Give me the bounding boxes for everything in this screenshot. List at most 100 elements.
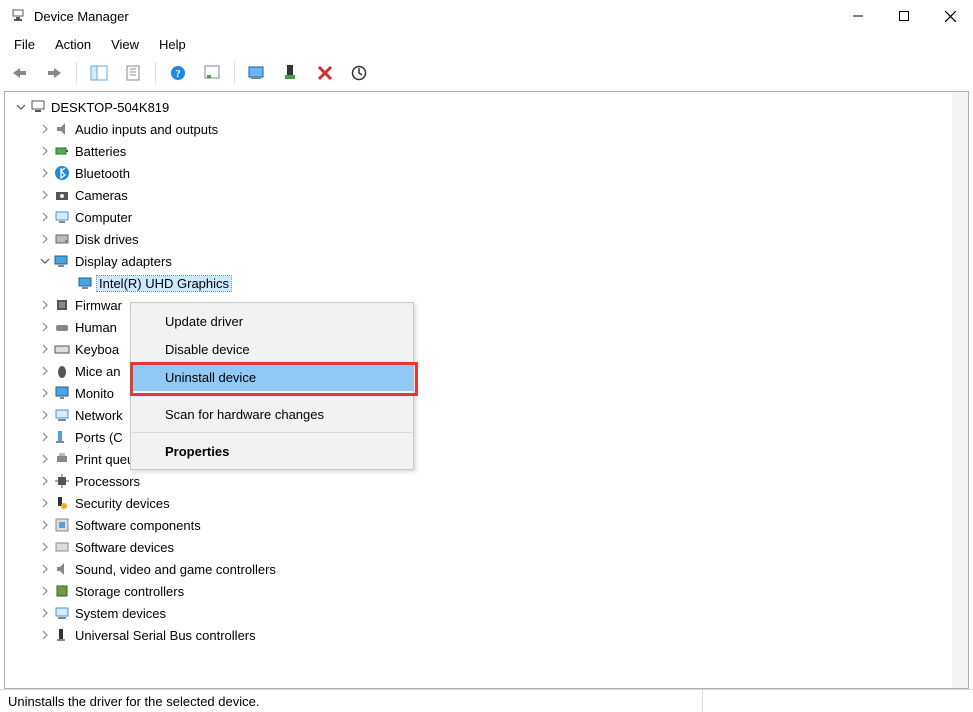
- camera-icon: [53, 186, 71, 204]
- menu-help[interactable]: Help: [149, 35, 196, 54]
- scan-hardware-button[interactable]: [343, 59, 375, 87]
- display-adapter-icon: [53, 252, 71, 270]
- audio-icon: [53, 120, 71, 138]
- menu-view[interactable]: View: [101, 35, 149, 54]
- tree-category[interactable]: Computer: [13, 206, 968, 228]
- chevron-right-icon[interactable]: [37, 366, 53, 376]
- chevron-down-icon[interactable]: [37, 256, 53, 266]
- ctx-label: Disable device: [165, 342, 250, 357]
- tree-category[interactable]: Batteries: [13, 140, 968, 162]
- hid-icon: [53, 318, 71, 336]
- tree-category[interactable]: Storage controllers: [13, 580, 968, 602]
- port-icon: [53, 428, 71, 446]
- tree-category[interactable]: Software devices: [13, 536, 968, 558]
- tree-label: Software devices: [73, 540, 176, 555]
- tree-label: Security devices: [73, 496, 172, 511]
- software-device-icon: [53, 538, 71, 556]
- chevron-down-icon[interactable]: [13, 102, 29, 112]
- tree-label: Computer: [73, 210, 134, 225]
- tree-label: Display adapters: [73, 254, 174, 269]
- network-icon: [53, 406, 71, 424]
- chevron-right-icon[interactable]: [37, 608, 53, 618]
- help-button[interactable]: ?: [162, 59, 194, 87]
- battery-icon: [53, 142, 71, 160]
- show-hide-tree-button[interactable]: [83, 59, 115, 87]
- chevron-right-icon[interactable]: [37, 146, 53, 156]
- status-text: Uninstalls the driver for the selected d…: [8, 694, 259, 709]
- toolbar-icon[interactable]: [196, 59, 228, 87]
- maximize-button[interactable]: [881, 0, 927, 32]
- chevron-right-icon[interactable]: [37, 212, 53, 222]
- forward-button[interactable]: [38, 59, 70, 87]
- keyboard-icon: [53, 340, 71, 358]
- tree-label: Processors: [73, 474, 142, 489]
- tree-label: Audio inputs and outputs: [73, 122, 220, 137]
- tree-category[interactable]: Processors: [13, 470, 968, 492]
- tree-device-intel-uhd[interactable]: Intel(R) UHD Graphics: [13, 272, 968, 294]
- chevron-right-icon[interactable]: [37, 432, 53, 442]
- tree-label: Network: [73, 408, 125, 423]
- tree-category[interactable]: Disk drives: [13, 228, 968, 250]
- close-button[interactable]: [927, 0, 973, 32]
- chevron-right-icon[interactable]: [37, 168, 53, 178]
- tree-category[interactable]: Bluetooth: [13, 162, 968, 184]
- toolbar-separator: [234, 62, 235, 84]
- tree-label: System devices: [73, 606, 168, 621]
- monitor-icon: [53, 384, 71, 402]
- uninstall-button[interactable]: [309, 59, 341, 87]
- enable-device-button[interactable]: [275, 59, 307, 87]
- tree-label: Cameras: [73, 188, 130, 203]
- menu-file[interactable]: File: [4, 35, 45, 54]
- tree-category[interactable]: Audio inputs and outputs: [13, 118, 968, 140]
- ctx-disable-device[interactable]: Disable device: [131, 335, 413, 363]
- update-driver-button[interactable]: [241, 59, 273, 87]
- chevron-right-icon[interactable]: [37, 344, 53, 354]
- menu-bar: File Action View Help: [0, 32, 973, 56]
- chevron-right-icon[interactable]: [37, 630, 53, 640]
- tree-label: Firmwar: [73, 298, 124, 313]
- tree-label: Intel(R) UHD Graphics: [97, 276, 231, 291]
- back-button[interactable]: [4, 59, 36, 87]
- tree-category[interactable]: Security devices: [13, 492, 968, 514]
- tree-category[interactable]: Cameras: [13, 184, 968, 206]
- tree-label: Mice an: [73, 364, 123, 379]
- ctx-scan-hardware[interactable]: Scan for hardware changes: [131, 400, 413, 428]
- chevron-right-icon[interactable]: [37, 124, 53, 134]
- chevron-right-icon[interactable]: [37, 410, 53, 420]
- chevron-right-icon[interactable]: [37, 190, 53, 200]
- ctx-separator: [132, 432, 412, 433]
- chevron-right-icon[interactable]: [37, 564, 53, 574]
- tree-category[interactable]: System devices: [13, 602, 968, 624]
- tree-category[interactable]: Sound, video and game controllers: [13, 558, 968, 580]
- tree-label: Batteries: [73, 144, 128, 159]
- chevron-right-icon[interactable]: [37, 542, 53, 552]
- chevron-right-icon[interactable]: [37, 586, 53, 596]
- system-device-icon: [53, 604, 71, 622]
- tree-label: Storage controllers: [73, 584, 186, 599]
- chevron-right-icon[interactable]: [37, 322, 53, 332]
- menu-action[interactable]: Action: [45, 35, 101, 54]
- ctx-uninstall-device[interactable]: Uninstall device: [131, 363, 413, 391]
- chevron-right-icon[interactable]: [37, 234, 53, 244]
- chevron-right-icon[interactable]: [37, 520, 53, 530]
- chevron-right-icon[interactable]: [37, 300, 53, 310]
- chevron-right-icon[interactable]: [37, 476, 53, 486]
- ctx-label: Update driver: [165, 314, 243, 329]
- processor-icon: [53, 472, 71, 490]
- context-menu: Update driver Disable device Uninstall d…: [130, 302, 414, 470]
- chevron-right-icon[interactable]: [37, 498, 53, 508]
- ctx-update-driver[interactable]: Update driver: [131, 307, 413, 335]
- printer-icon: [53, 450, 71, 468]
- minimize-button[interactable]: [835, 0, 881, 32]
- display-adapter-icon: [77, 274, 95, 292]
- storage-controller-icon: [53, 582, 71, 600]
- chevron-right-icon[interactable]: [37, 388, 53, 398]
- ctx-properties[interactable]: Properties: [131, 437, 413, 465]
- chevron-right-icon[interactable]: [37, 454, 53, 464]
- svg-text:?: ?: [175, 68, 181, 80]
- tree-category[interactable]: Universal Serial Bus controllers: [13, 624, 968, 646]
- tree-category[interactable]: Software components: [13, 514, 968, 536]
- properties-button[interactable]: [117, 59, 149, 87]
- tree-root[interactable]: DESKTOP-504K819: [13, 96, 968, 118]
- tree-category-display[interactable]: Display adapters: [13, 250, 968, 272]
